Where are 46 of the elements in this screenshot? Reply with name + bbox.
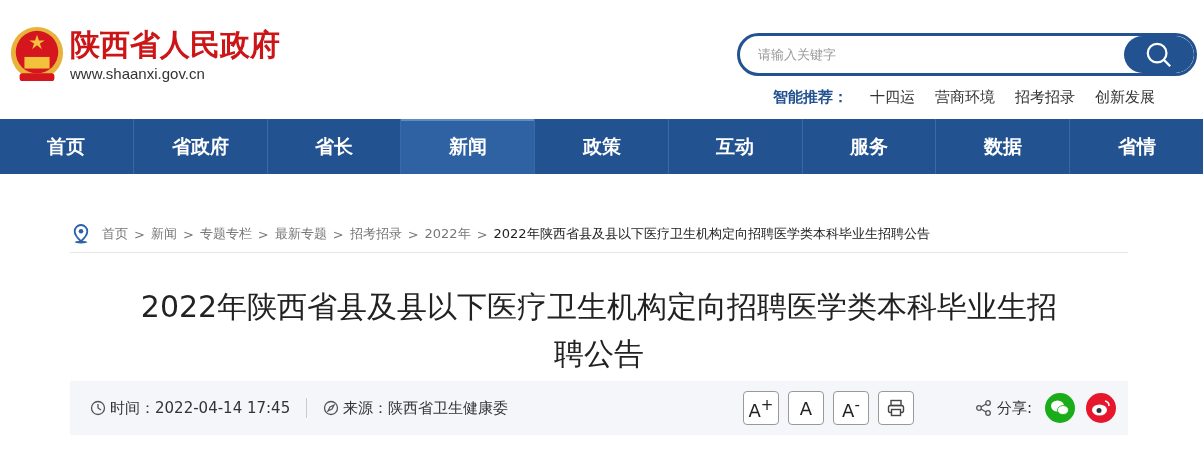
breadcrumb-separator: > — [257, 226, 269, 242]
breadcrumb-separator: > — [476, 226, 488, 242]
article-title: 2022年陕西省县及县以下医疗卫生机构定向招聘医学类本科毕业生招聘公告 — [139, 288, 1059, 373]
breadcrumb-separator: > — [407, 226, 419, 242]
font-size-button[interactable]: A$^{+}$ — [742, 391, 779, 425]
breadcrumb-link[interactable]: 首页 — [102, 225, 128, 243]
nav-tab[interactable]: 新闻 — [401, 119, 536, 174]
compass-icon — [323, 400, 340, 416]
clock-icon — [90, 400, 106, 416]
wechat-share-icon[interactable] — [1045, 393, 1075, 423]
font-size-button[interactable]: A$^{-}$ — [832, 391, 869, 425]
breadcrumb-separator: > — [134, 226, 145, 242]
breadcrumb-link[interactable]: 专题专栏 — [199, 225, 252, 243]
location-pin-icon — [72, 224, 90, 244]
font-size-button[interactable]: A — [787, 391, 824, 425]
breadcrumb-link[interactable]: 新闻 — [150, 225, 177, 243]
nav-tab[interactable]: 数据 — [936, 119, 1071, 174]
breadcrumb-separator: > — [332, 226, 344, 242]
nav-tab[interactable]: 首页 — [0, 119, 134, 174]
recommend-link[interactable]: 创新发展 — [1095, 88, 1155, 107]
site-url: www.shaanxi.gov.cn — [70, 65, 206, 82]
nav-tab[interactable]: 政策 — [535, 119, 669, 174]
recommend-link[interactable]: 十四运 — [870, 88, 915, 107]
breadcrumb-separator: > — [182, 226, 194, 242]
breadcrumb-link[interactable]: 招考招录 — [349, 225, 402, 243]
breadcrumb-link[interactable]: 最新专题 — [274, 225, 327, 243]
weibo-share-icon[interactable] — [1086, 393, 1116, 423]
article-source: 来源：陕西省卫生健康委 — [343, 398, 509, 418]
recommend-link[interactable]: 营商环境 — [935, 88, 995, 107]
breadcrumb-link[interactable]: 2022年 — [424, 225, 471, 243]
search-button[interactable] — [1124, 36, 1194, 73]
breadcrumb-link[interactable]: 2022年陕西省县及县以下医疗卫生机构定向招聘医学类本科毕业生招聘公告 — [493, 225, 930, 243]
publish-time: 时间：2022-04-14 17:45 — [110, 398, 291, 418]
search-bar[interactable]: 请输入关键字 — [737, 33, 1197, 76]
recommend-link[interactable]: 招考招录 — [1015, 88, 1075, 107]
search-icon — [1145, 40, 1173, 69]
share-label: 分享: — [996, 398, 1032, 418]
share-icon — [974, 399, 993, 417]
printer-icon — [885, 398, 906, 418]
nav-tab[interactable]: 省情 — [1070, 119, 1203, 174]
nav-tab[interactable]: 互动 — [668, 119, 803, 174]
site-name: 陕西省人民政府 — [70, 28, 280, 62]
print-button[interactable] — [877, 391, 914, 425]
nav-tab[interactable]: 省政府 — [133, 119, 268, 174]
recommend-label: 智能推荐： — [773, 88, 848, 107]
nav-tab[interactable]: 服务 — [802, 119, 937, 174]
